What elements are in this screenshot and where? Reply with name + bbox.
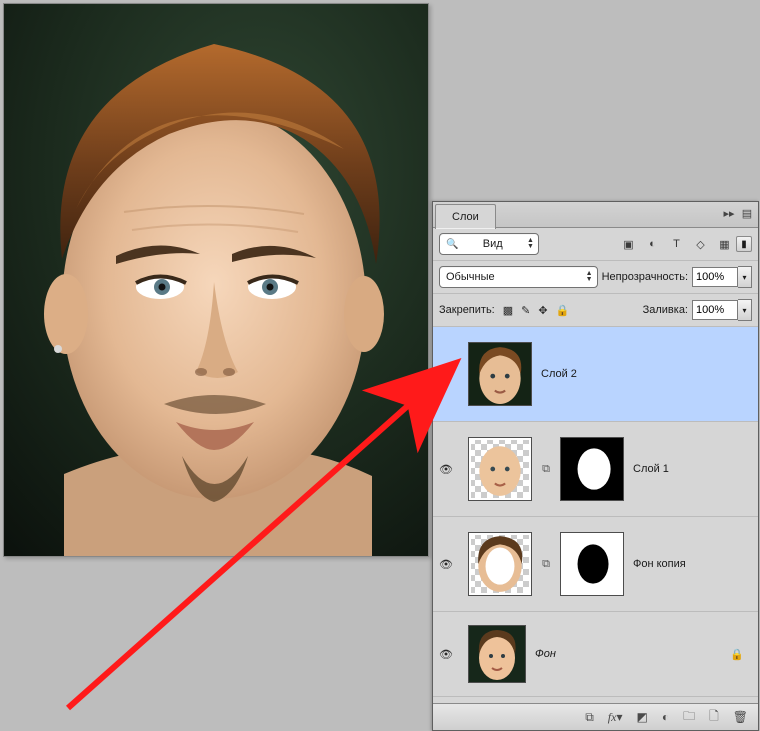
filter-kind-select[interactable]: 🔍 Вид ▲▼ (439, 233, 539, 255)
fill-label: Заливка: (643, 304, 688, 316)
document-canvas[interactable] (3, 3, 429, 557)
delete-layer-icon[interactable]: 🗑 (733, 710, 748, 724)
tab-layers-label: Слои (452, 211, 479, 223)
fx-icon[interactable]: fx▾ (608, 710, 623, 725)
opacity-stepper[interactable]: ▾ (738, 266, 752, 288)
layers-list: 👁 Слой 2 👁 ⧉ Слой 1 👁 ⧉ (433, 327, 758, 707)
opacity-input-group: ▾ (692, 266, 752, 288)
filter-type-icons: ▣ ◐ T ◇ ▦ (621, 238, 732, 251)
add-mask-icon[interactable]: ◩ (637, 710, 648, 724)
mask-link-icon[interactable]: ⧉ (542, 463, 550, 476)
opacity-input[interactable] (692, 267, 738, 287)
panel-tab-bar: Слои ▸▸ ▤ (433, 202, 758, 228)
fill-input[interactable] (692, 300, 738, 320)
panel-menu-icon[interactable]: ▤ (740, 206, 754, 220)
visibility-eye-icon[interactable]: 👁 (439, 648, 453, 661)
tab-layers[interactable]: Слои (435, 204, 496, 229)
lock-all-icon[interactable]: 🔒 (556, 304, 570, 317)
blend-mode-value: Обычные (446, 271, 495, 283)
layer-name[interactable]: Слой 1 (633, 463, 752, 475)
document-area (0, 0, 432, 731)
layer-filter-row: 🔍 Вид ▲▼ ▣ ◐ T ◇ ▦ ▮ (433, 228, 758, 261)
filter-shape-icon[interactable]: ◇ (693, 238, 708, 251)
filter-smart-icon[interactable]: ▦ (717, 238, 732, 251)
layer-thumbnail[interactable] (468, 625, 526, 683)
layer-thumbnail[interactable] (468, 342, 532, 406)
fill-stepper[interactable]: ▾ (738, 299, 752, 321)
layer-row[interactable]: 👁 Слой 2 (433, 327, 758, 422)
lock-position-icon[interactable]: ✥ (538, 304, 547, 317)
layer-lock-icon: 🔒 (730, 648, 744, 661)
lock-paint-icon[interactable]: ✎ (521, 304, 530, 317)
new-layer-icon[interactable]: 🗋 (709, 707, 719, 728)
visibility-eye-icon[interactable]: 👁 (439, 463, 453, 476)
layers-panel-footer: ⧉ fx▾ ◩ ◐ 🗀 🗋 🗑 (433, 703, 758, 730)
layer-thumbnail[interactable] (468, 437, 532, 501)
layer-row[interactable]: 👁 ⧉ Слой 1 (433, 422, 758, 517)
layer-mask-thumbnail[interactable] (560, 437, 624, 501)
filter-kind-label: Вид (483, 238, 503, 250)
opacity-label: Непрозрачность: (602, 271, 688, 283)
filter-type-icon[interactable]: T (669, 238, 684, 251)
group-icon[interactable]: 🗀 (683, 707, 695, 728)
blend-mode-select[interactable]: Обычные ▲▼ (439, 266, 598, 288)
visibility-eye-icon[interactable]: 👁 (439, 368, 453, 381)
blend-row: Обычные ▲▼ Непрозрачность: ▾ (433, 261, 758, 294)
filter-toggle-icon[interactable]: ▮ (736, 236, 752, 252)
fill-input-group: ▾ (692, 299, 752, 321)
collapse-icon[interactable]: ▸▸ (722, 206, 736, 220)
layer-mask-thumbnail[interactable] (560, 532, 624, 596)
adjustment-layer-icon[interactable]: ◐ (662, 710, 669, 724)
link-layers-icon[interactable]: ⧉ (585, 710, 594, 725)
mask-link-icon[interactable]: ⧉ (542, 558, 550, 571)
layer-row[interactable]: 👁 ⧉ Фон копия (433, 517, 758, 612)
lock-row: Закрепить: ▩ ✎ ✥ 🔒 Заливка: ▾ (433, 294, 758, 327)
visibility-eye-icon[interactable]: 👁 (439, 558, 453, 571)
layer-name[interactable]: Фон (535, 648, 721, 660)
layer-row[interactable]: 👁 Фон 🔒 (433, 612, 758, 697)
lock-label: Закрепить: (439, 304, 495, 316)
layer-name[interactable]: Фон копия (633, 558, 752, 570)
search-icon: 🔍 (446, 239, 458, 250)
layers-panel: Слои ▸▸ ▤ 🔍 Вид ▲▼ ▣ ◐ T ◇ ▦ ▮ Обычные ▲… (432, 201, 759, 731)
lock-transparent-icon[interactable]: ▩ (503, 304, 513, 317)
filter-pixel-icon[interactable]: ▣ (621, 238, 636, 251)
layer-name[interactable]: Слой 2 (541, 368, 752, 380)
layer-thumbnail[interactable] (468, 532, 532, 596)
filter-adjust-icon[interactable]: ◐ (645, 238, 660, 251)
